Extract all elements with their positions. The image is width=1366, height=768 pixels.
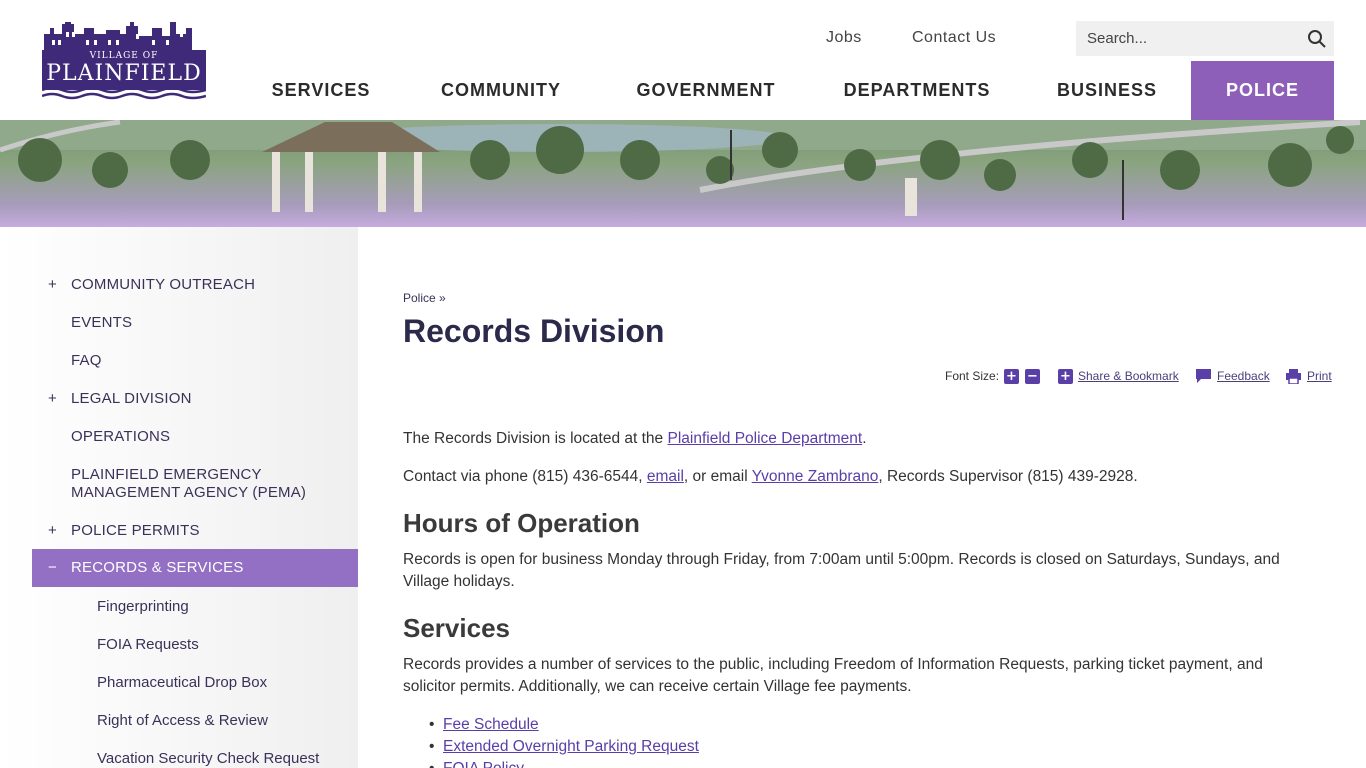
expand-icon[interactable]: + bbox=[48, 276, 57, 293]
park-scene-graphic bbox=[0, 120, 1366, 220]
sidebar-item-records-services[interactable]: − RECORDS & SERVICES bbox=[32, 549, 358, 587]
police-department-link[interactable]: Plainfield Police Department bbox=[667, 430, 862, 447]
nav-community[interactable]: COMMUNITY bbox=[426, 61, 576, 120]
intro-text: The Records Division is located at the bbox=[403, 430, 668, 447]
sidebar-item-faq[interactable]: FAQ bbox=[32, 352, 358, 372]
sidebar-item-label-line2: MANAGEMENT AGENCY (PEMA) bbox=[71, 484, 307, 501]
sidebar-item-label: COMMUNITY OUTREACH bbox=[71, 276, 256, 293]
sidebar-item-police-permits[interactable]: + POLICE PERMITS bbox=[32, 522, 358, 542]
services-line-2: solicitor permits. Additionally, we can … bbox=[403, 678, 912, 695]
sidebar-item-label: LEGAL DIVISION bbox=[71, 390, 192, 407]
sidebar-item-label: FAQ bbox=[71, 352, 102, 369]
sidebar-item-label: POLICE PERMITS bbox=[71, 522, 200, 539]
hours-heading: Hours of Operation bbox=[403, 508, 640, 538]
page-title: Records Division bbox=[403, 313, 665, 349]
breadcrumb[interactable]: Police » bbox=[403, 291, 446, 305]
search-box bbox=[1076, 21, 1334, 56]
sidebar-item-operations[interactable]: OPERATIONS bbox=[32, 428, 358, 448]
list-item: Fee Schedule bbox=[403, 714, 699, 736]
contact-text: Contact via phone (815) 436-6544, bbox=[403, 468, 647, 485]
sidebar-item-pema[interactable]: PLAINFIELD EMERGENCY MANAGEMENT AGENCY (… bbox=[32, 466, 358, 504]
sidebar-subitem-fingerprinting[interactable]: Fingerprinting bbox=[97, 598, 189, 615]
nav-departments[interactable]: DEPARTMENTS bbox=[834, 61, 1000, 120]
sidebar-item-label: OPERATIONS bbox=[71, 428, 171, 445]
feedback-text[interactable]: Feedback bbox=[1217, 369, 1270, 383]
hours-line-1: Records is open for business Monday thro… bbox=[403, 551, 1280, 568]
font-size-label: Font Size: bbox=[945, 369, 1000, 383]
hours-line-2: Village holidays. bbox=[403, 573, 515, 590]
search-icon[interactable] bbox=[1307, 29, 1327, 49]
nav-services[interactable]: SERVICES bbox=[254, 61, 388, 120]
supervisor-email-link[interactable]: Yvonne Zambrano bbox=[752, 468, 879, 485]
nav-government[interactable]: GOVERNMENT bbox=[618, 61, 794, 120]
font-decrease-icon[interactable]: − bbox=[1025, 369, 1040, 384]
collapse-icon[interactable]: − bbox=[48, 559, 57, 576]
feedback-link[interactable]: Feedback bbox=[1217, 369, 1270, 385]
logo-name-text: PLAINFIELD bbox=[46, 61, 202, 86]
intro-paragraph-contact: Contact via phone (815) 436-6544, email,… bbox=[403, 466, 1138, 488]
print-text[interactable]: Print bbox=[1307, 369, 1332, 383]
intro-text: . bbox=[862, 430, 867, 447]
sidebar-subitem-drop-box[interactable]: Pharmaceutical Drop Box bbox=[97, 674, 267, 691]
expand-icon[interactable]: + bbox=[48, 390, 57, 407]
sidebar-subitem-foia-requests[interactable]: FOIA Requests bbox=[97, 636, 199, 653]
feedback-icon[interactable] bbox=[1196, 369, 1211, 383]
services-links-list: Fee Schedule Extended Overnight Parking … bbox=[403, 714, 699, 768]
search-input[interactable] bbox=[1076, 21, 1296, 56]
services-line-1: Records provides a number of services to… bbox=[403, 656, 1263, 673]
email-link[interactable]: email bbox=[647, 468, 684, 485]
sidebar-item-label: EVENTS bbox=[71, 314, 133, 331]
jobs-link[interactable]: Jobs bbox=[826, 29, 862, 47]
hero-banner bbox=[0, 120, 1366, 227]
contact-text: , or email bbox=[683, 468, 752, 485]
sidebar-item-label: RECORDS & SERVICES bbox=[71, 559, 244, 576]
sidebar-item-legal-division[interactable]: + LEGAL DIVISION bbox=[32, 390, 358, 410]
nav-business[interactable]: BUSINESS bbox=[1046, 61, 1168, 120]
print-icon[interactable] bbox=[1286, 369, 1301, 384]
share-icon[interactable]: + bbox=[1058, 369, 1073, 384]
contact-text: , Records Supervisor (815) 439-2928. bbox=[878, 468, 1138, 485]
foia-policy-link[interactable]: FOIA Policy bbox=[443, 760, 524, 768]
overnight-parking-link[interactable]: Extended Overnight Parking Request bbox=[443, 738, 699, 755]
list-item: FOIA Policy bbox=[403, 758, 699, 768]
logo-village-text: VILLAGE OF bbox=[89, 51, 159, 61]
sidebar-item-events[interactable]: EVENTS bbox=[32, 314, 358, 334]
sidebar-subitem-vacation-check[interactable]: Vacation Security Check Request bbox=[97, 750, 319, 767]
sidebar-item-community-outreach[interactable]: + COMMUNITY OUTREACH bbox=[32, 276, 358, 296]
list-item: Extended Overnight Parking Request bbox=[403, 736, 699, 758]
print-link[interactable]: Print bbox=[1307, 369, 1332, 385]
sidebar-item-label: PLAINFIELD EMERGENCY bbox=[71, 466, 262, 483]
intro-paragraph-location: The Records Division is located at the P… bbox=[403, 428, 867, 450]
nav-police[interactable]: POLICE bbox=[1191, 61, 1334, 120]
contact-us-link[interactable]: Contact Us bbox=[912, 29, 996, 47]
site-header: VILLAGE OF PLAINFIELD Jobs Contact Us SE… bbox=[0, 0, 1366, 120]
waves-graphic bbox=[42, 86, 206, 100]
font-increase-icon[interactable]: + bbox=[1004, 369, 1019, 384]
share-bookmark-link[interactable]: Share & Bookmark bbox=[1078, 369, 1179, 385]
services-heading: Services bbox=[403, 613, 510, 643]
village-logo[interactable]: VILLAGE OF PLAINFIELD bbox=[42, 20, 206, 100]
share-bookmark-text[interactable]: Share & Bookmark bbox=[1078, 369, 1179, 383]
fee-schedule-link[interactable]: Fee Schedule bbox=[443, 716, 539, 733]
expand-icon[interactable]: + bbox=[48, 522, 57, 539]
sidebar-subitem-right-of-access[interactable]: Right of Access & Review bbox=[97, 712, 268, 729]
